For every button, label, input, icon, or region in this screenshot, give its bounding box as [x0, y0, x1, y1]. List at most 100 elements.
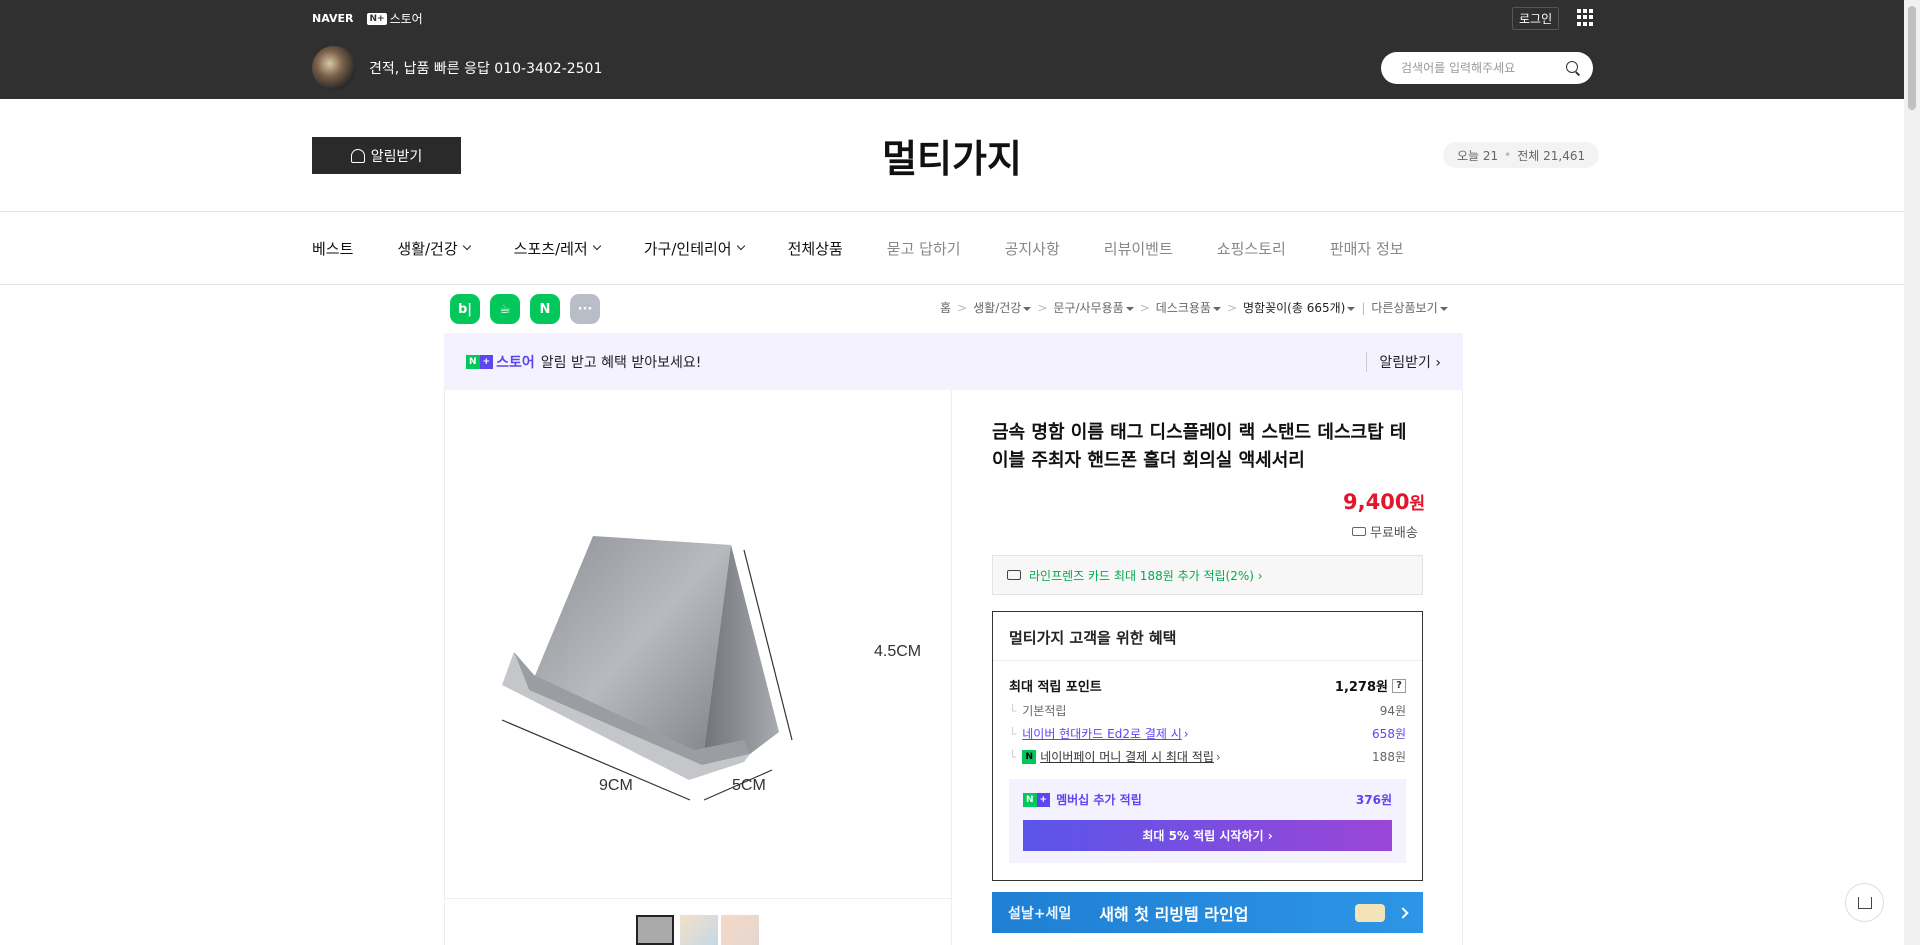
page-scrollbar[interactable] — [1904, 0, 1920, 945]
store-contact-text: 견적, 납품 빠른 응답 010-3402-2501 — [369, 61, 603, 77]
card-point-value: 658원 — [1372, 727, 1406, 741]
breadcrumb-category-2[interactable]: 문구/사무용품 — [1053, 299, 1134, 316]
naver-pay-icon: N — [1022, 749, 1037, 764]
benefit-box: 멀티가지 고객을 위한 혜택 최대 적립 포인트 1,278원 ? └ 기본적립… — [992, 611, 1423, 881]
search-input[interactable] — [1401, 61, 1551, 75]
search-icon[interactable] — [1565, 60, 1581, 76]
base-point-value: 94원 — [1379, 704, 1406, 718]
nplus-badge: N+ — [367, 12, 387, 25]
chevron-down-icon — [462, 241, 471, 251]
login-button[interactable]: 로그인 — [1512, 7, 1560, 30]
product-price: 9,400원 — [1343, 490, 1426, 514]
chevron-down-icon — [736, 241, 745, 251]
caret-down-icon — [1347, 306, 1356, 311]
height-dimension-label: 4.5CM — [874, 643, 921, 660]
top-bar: NAVER N+ 스토어 로그인 견적, 납품 빠른 응답 010-3402-2… — [0, 0, 1904, 99]
category-nav: 베스트 생활/건강 스포츠/레저 가구/인테리어 전체상품 묻고 답하기 공지사… — [312, 212, 1448, 284]
share-buttons: b| ☕ N ··· — [450, 294, 600, 324]
nav-item-seller-info[interactable]: 판매자 정보 — [1330, 238, 1404, 259]
today-visits: 오늘 21 — [1457, 148, 1499, 163]
blog-share-icon[interactable]: b| — [450, 294, 480, 324]
search-box — [1381, 52, 1593, 84]
sofa-icon — [1355, 903, 1385, 922]
scrollbar-thumb[interactable] — [1908, 6, 1916, 110]
membership-label: 멤버십 추가 적립 — [1056, 793, 1142, 807]
caret-down-icon — [1023, 306, 1032, 311]
share-floating-button[interactable] — [1845, 883, 1884, 922]
depth-dimension-label: 5CM — [732, 777, 766, 794]
max-point-value: 1,278원 — [1334, 680, 1388, 695]
nav-item-best[interactable]: 베스트 — [312, 238, 353, 259]
thumbnail-3[interactable] — [721, 915, 759, 945]
brand-links: NAVER N+ 스토어 — [312, 10, 423, 27]
promo-text: 새해 첫 리빙템 라인업 — [1099, 904, 1249, 924]
nav-item-review-event[interactable]: 리뷰이벤트 — [1104, 238, 1173, 259]
membership-row: N + 멤버십 추가 적립 376원 — [1023, 791, 1392, 808]
promo-tag: 설날+세일 — [1008, 905, 1072, 922]
breadcrumb-other-products[interactable]: 다른상품보기 — [1371, 299, 1448, 316]
thumbnail-2[interactable] — [680, 915, 718, 945]
more-share-icon[interactable]: ··· — [570, 294, 600, 324]
banner-text: 알림 받고 혜택 받아보세요! — [540, 354, 702, 371]
base-point-label: 기본적립 — [1022, 704, 1067, 718]
breadcrumb-category-3[interactable]: 데스크용품 — [1156, 299, 1221, 316]
nav-item-notice[interactable]: 공지사항 — [1005, 238, 1060, 259]
nav-item-qna[interactable]: 묻고 답하기 — [887, 238, 961, 259]
nav-divider — [0, 284, 1904, 285]
thumbnail-1[interactable] — [636, 915, 674, 945]
truck-icon — [1352, 527, 1366, 536]
chevron-down-icon — [592, 241, 601, 251]
nav-item-sports[interactable]: 스포츠/레저 — [514, 238, 601, 259]
promo-banner[interactable]: 설날+세일 새해 첫 리빙템 라인업 — [992, 892, 1423, 933]
pay-point-value: 188원 — [1372, 750, 1406, 764]
card-point-row: └ 네이버 현대카드 Ed2로 결제 시 › 658원 — [1009, 725, 1406, 742]
share-icon — [1857, 896, 1872, 909]
nplus-membership-icon: N + — [1023, 792, 1051, 807]
caret-down-icon — [1125, 306, 1134, 311]
product-title: 금속 명함 이름 태그 디스플레이 랙 스탠드 데스크탑 테이블 주최자 핸드폰… — [992, 422, 1407, 471]
card-icon — [1007, 570, 1021, 580]
base-point-row: └ 기본적립 94원 — [1009, 703, 1406, 719]
nav-item-living-health[interactable]: 생활/건강 — [397, 238, 471, 259]
chevron-right-icon — [1397, 906, 1409, 919]
nav-item-shopping-story[interactable]: 쇼핑스토리 — [1217, 238, 1286, 259]
hyundai-card-link[interactable]: 네이버 현대카드 Ed2로 결제 시 — [1022, 725, 1182, 742]
membership-start-button[interactable]: 최대 5% 적립 시작하기 › — [1023, 820, 1392, 851]
nplus-store-logo[interactable]: N+ 스토어 — [367, 10, 423, 27]
shipping-info: 무료배송 — [1352, 522, 1418, 541]
naver-logo[interactable]: NAVER — [312, 12, 353, 25]
membership-box: N + 멤버십 추가 적립 376원 최대 5% 적립 시작하기 › — [1009, 779, 1406, 863]
separator-dot: • — [1504, 148, 1512, 162]
nplus-store-logo: N + 스토어 — [466, 352, 535, 372]
app-grid-icon[interactable] — [1577, 9, 1594, 26]
nav-item-all-products[interactable]: 전체상품 — [788, 238, 843, 259]
caret-down-icon — [1212, 306, 1221, 311]
cafe-share-icon[interactable]: ☕ — [490, 294, 520, 324]
nplus-store-label: 스토어 — [389, 12, 423, 26]
nav-item-furniture[interactable]: 가구/인테리어 — [644, 238, 745, 259]
naver-pay-link[interactable]: 네이버페이 머니 결제 시 최대 적립 — [1040, 748, 1214, 765]
benefit-title: 멀티가지 고객을 위한 혜택 — [993, 612, 1422, 661]
banner-alarm-link[interactable]: 알림받기 › — [1366, 351, 1441, 372]
total-visits: 전체 21,461 — [1517, 148, 1586, 163]
product-image[interactable]: 9CM 5CM 4.5CM — [444, 390, 952, 898]
help-icon[interactable]: ? — [1392, 678, 1406, 693]
card-offer-text: 라인프렌즈 카드 최대 188원 추가 적립(2%) › — [1029, 568, 1263, 583]
bookmark-share-icon[interactable]: N — [530, 294, 560, 324]
breadcrumb-category-1[interactable]: 생활/건강 — [973, 299, 1032, 316]
store-title[interactable]: 멀티가지 — [0, 128, 1904, 183]
visit-counter: 오늘 21 • 전체 21,461 — [1443, 142, 1600, 168]
card-offer-link[interactable]: 라인프렌즈 카드 최대 188원 추가 적립(2%) › — [992, 555, 1423, 595]
store-alarm-banner: N + 스토어 알림 받고 혜택 받아보세요! 알림받기 › — [444, 333, 1463, 390]
breadcrumb-current[interactable]: 명함꽂이(총 665개) — [1243, 299, 1356, 316]
card-holder-image: 9CM 5CM 4.5CM — [501, 536, 921, 801]
breadcrumb-home[interactable]: 홈 — [940, 299, 951, 316]
max-point-row: 최대 적립 포인트 1,278원 ? — [1009, 676, 1406, 695]
pay-point-row: └ N 네이버페이 머니 결제 시 최대 적립 › 188원 — [1009, 748, 1406, 765]
membership-value: 376원 — [1355, 793, 1392, 807]
width-dimension-label: 9CM — [599, 777, 633, 794]
shipping-label: 무료배송 — [1370, 526, 1418, 541]
caret-down-icon — [1439, 306, 1448, 311]
store-avatar[interactable] — [312, 46, 356, 90]
breadcrumb: 홈 > 생활/건강 > 문구/사무용품 > 데스크용품 > 명함꽂이(총 665… — [940, 299, 1448, 316]
